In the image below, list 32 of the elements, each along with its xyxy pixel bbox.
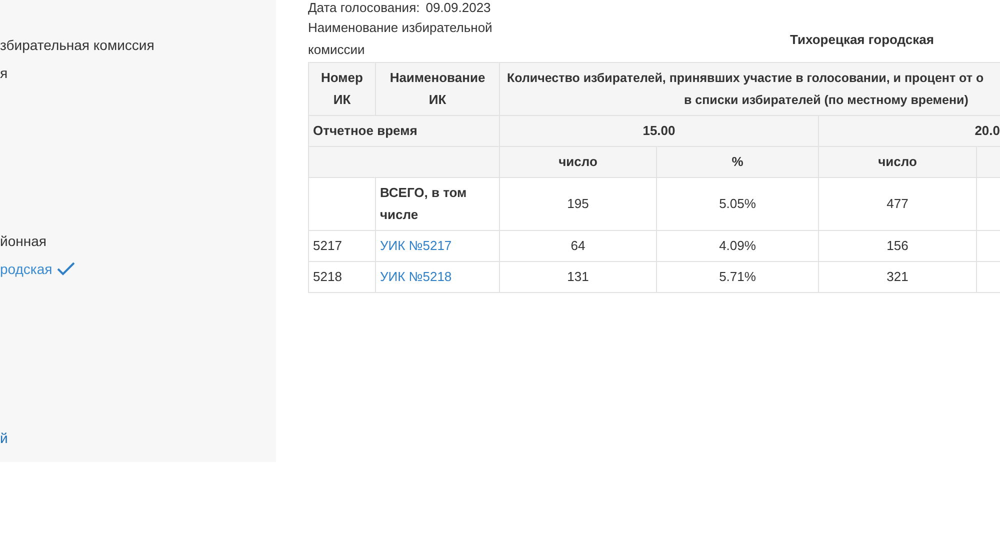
date-value: 09.09.2023 <box>426 0 491 14</box>
table-cell: 64 <box>500 230 656 262</box>
column-header: % <box>656 146 818 178</box>
table-cell: 321 <box>818 262 976 292</box>
column-header: число <box>500 146 656 178</box>
date-label: Дата голосования: <box>308 0 420 14</box>
table-cell: 5.05% <box>656 178 818 230</box>
table-cell: 156 <box>818 230 976 262</box>
commission-name: Тихорецкая городская <box>790 32 934 46</box>
table-cell: 195 <box>500 178 656 230</box>
table-cell: 5.71% <box>656 262 818 292</box>
column-header: Номер ИК <box>308 62 376 116</box>
sidebar-item[interactable]: йонная <box>0 233 46 249</box>
table-cell: 5218 <box>308 262 376 292</box>
column-header: Количество избирателей, принявших участие в голосовании, и процент от о <box>506 70 985 87</box>
sidebar-item[interactable]: я <box>0 65 8 81</box>
column-header: 15.00 <box>500 116 818 146</box>
check-icon <box>57 262 76 276</box>
column-header: Наименование ИК <box>376 62 500 116</box>
sidebar-item[interactable]: й <box>0 430 8 446</box>
table-cell: 477 <box>818 178 976 230</box>
sidebar-item[interactable]: збирательная комиссия <box>0 37 154 53</box>
commission-label: Наименование избирательной комиссии <box>308 19 494 59</box>
table-cell: 5217 <box>308 230 376 262</box>
sidebar-item[interactable]: родская <box>0 261 52 277</box>
table-cell: 131 <box>500 262 656 292</box>
column-header: 20.0 <box>818 116 1000 146</box>
column-header: в списки избирателей (по местному времени) <box>683 92 970 109</box>
table-cell: 4.09% <box>656 230 818 262</box>
table-cell: ВСЕГО, в том числе <box>376 178 500 230</box>
column-header: Отчетное время <box>308 116 500 146</box>
column-header: число <box>818 146 976 178</box>
